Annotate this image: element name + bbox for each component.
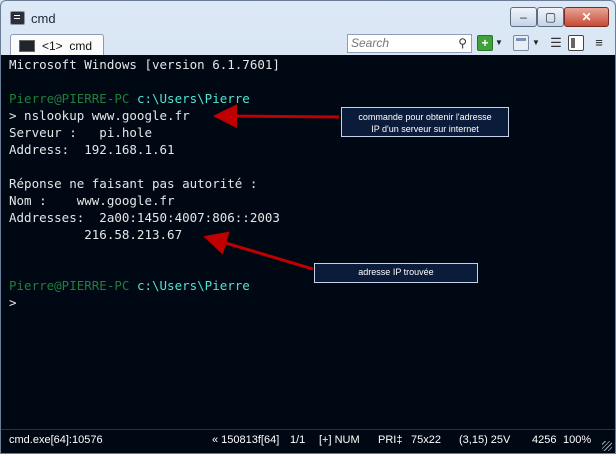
- tab-console[interactable]: <1> cmd: [10, 34, 104, 56]
- new-console-button[interactable]: +: [477, 35, 493, 51]
- annotation-arrows: [203, 104, 340, 271]
- status-priority[interactable]: PRI‡: [378, 434, 402, 446]
- tab-label: <1> cmd: [42, 39, 93, 53]
- panel-icon[interactable]: [513, 35, 529, 51]
- status-memory[interactable]: 4256: [532, 434, 556, 446]
- status-flags[interactable]: [+] NUM: [319, 434, 360, 446]
- status-pages[interactable]: 1/1: [290, 434, 305, 446]
- status-zoom[interactable]: 100%: [563, 434, 591, 446]
- toolbar: <1> cmd ⚲ + ▼ ▼ ☰ ≡: [1, 31, 615, 56]
- search-input[interactable]: [351, 36, 449, 50]
- status-size[interactable]: 75x22: [411, 434, 441, 446]
- console-tab-icon: [19, 40, 35, 52]
- search-icon[interactable]: ⚲: [458, 36, 467, 50]
- menu-icon[interactable]: ≡: [591, 35, 607, 51]
- status-code[interactable]: « 150813f[64]: [212, 434, 279, 446]
- new-console-dropdown-icon[interactable]: ▼: [494, 35, 504, 51]
- maximize-button[interactable]: ▢: [537, 7, 564, 27]
- close-button[interactable]: ✕: [564, 7, 609, 27]
- status-cursor[interactable]: (3,15) 25V: [459, 434, 510, 446]
- split-view-icon[interactable]: [568, 35, 584, 51]
- list-icon[interactable]: ☰: [548, 35, 564, 51]
- status-bar: cmd.exe[64]:10576 « 150813f[64] 1/1 [+] …: [1, 429, 615, 453]
- window-title: cmd: [31, 11, 56, 26]
- console-window: cmd – ▢ ✕ <1> cmd ⚲ + ▼ ▼ ☰ ≡ Microsoft …: [0, 0, 616, 454]
- ip-arrow: [203, 231, 314, 271]
- status-process: cmd.exe[64]:10576: [9, 434, 103, 446]
- minimize-button[interactable]: –: [510, 7, 537, 27]
- search-box[interactable]: ⚲: [347, 34, 472, 53]
- panel-dropdown-icon[interactable]: ▼: [531, 35, 541, 51]
- title-bar[interactable]: cmd – ▢ ✕: [1, 1, 615, 31]
- command-arrow: [213, 104, 340, 129]
- resize-grip[interactable]: [602, 441, 612, 451]
- console-app-icon: [10, 11, 25, 25]
